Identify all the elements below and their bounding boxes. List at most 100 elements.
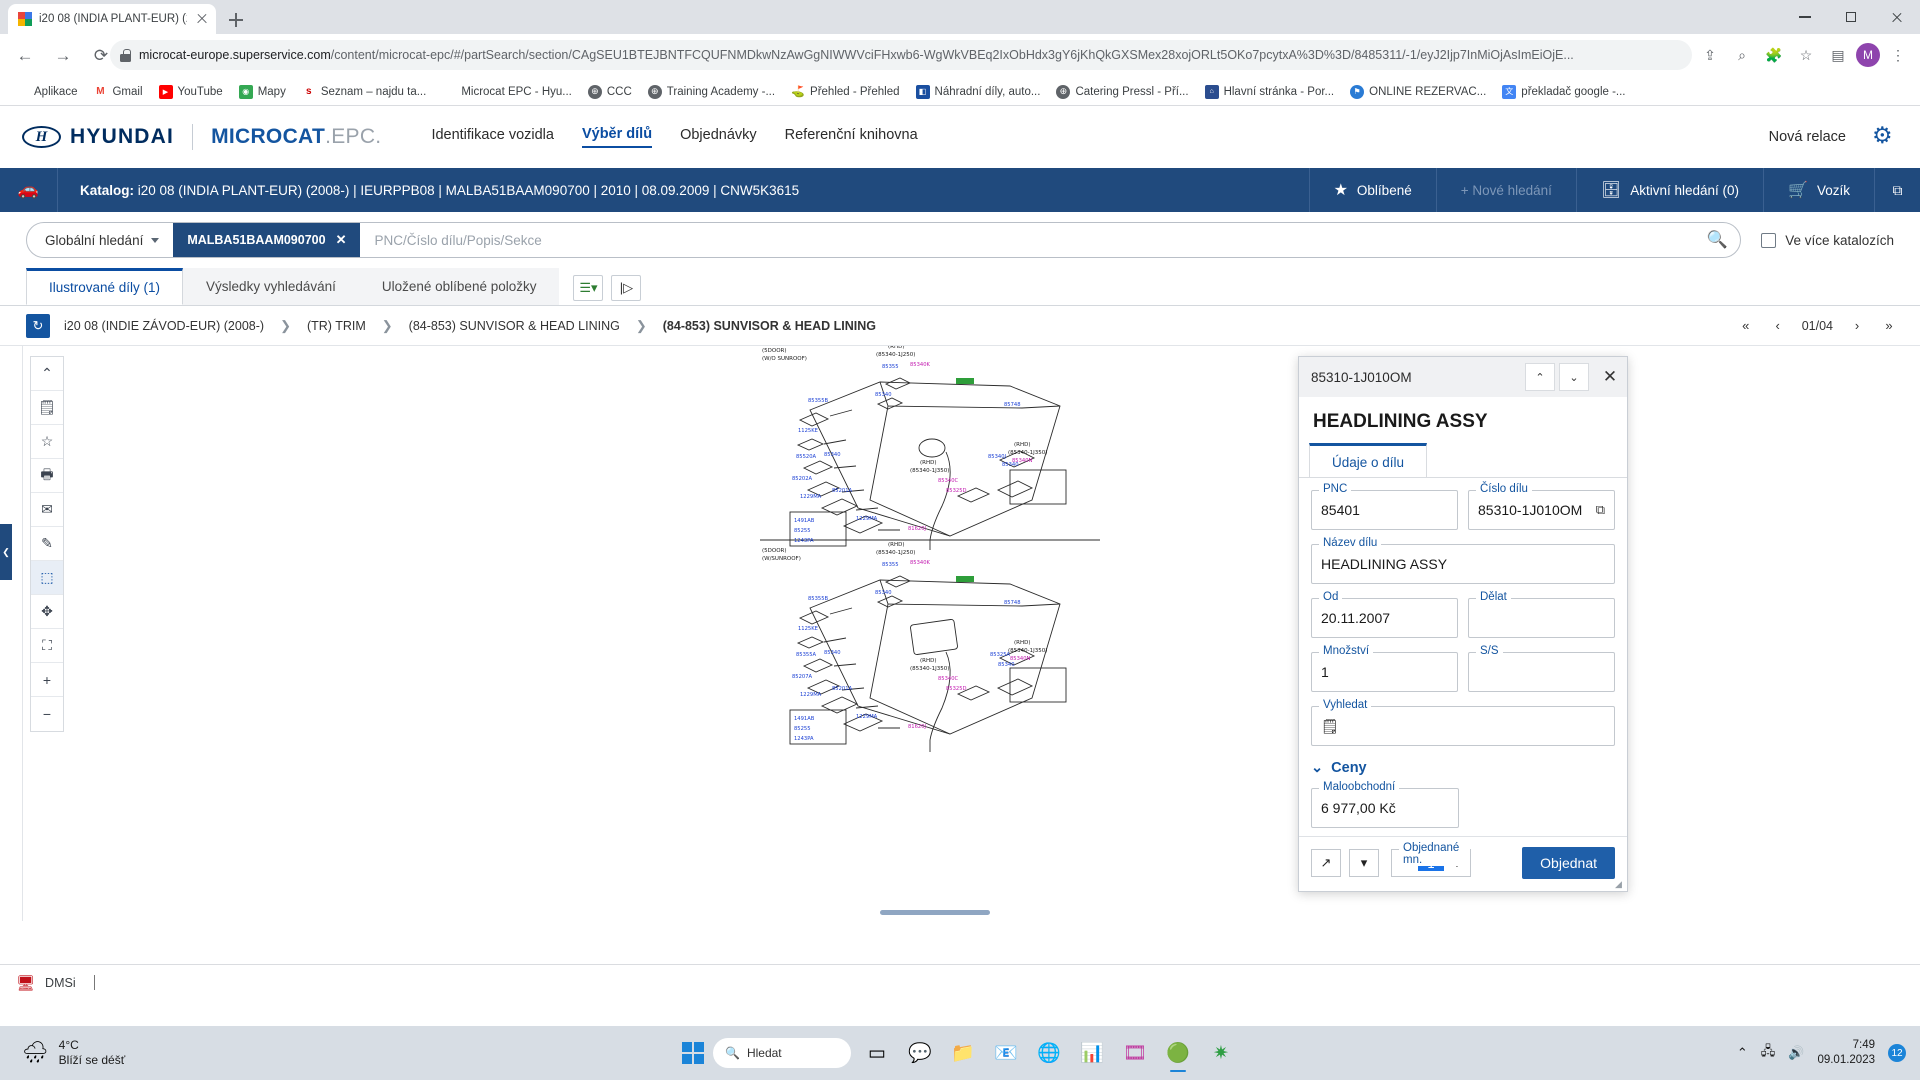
share-icon[interactable]: ↗ <box>1311 849 1341 877</box>
windows-icon[interactable] <box>682 1042 704 1064</box>
volume-icon[interactable]: 🔊 <box>1788 1045 1804 1061</box>
active-searches-button[interactable]: 🗄 Aktivní hledání (0) <box>1575 168 1763 212</box>
back-up-icon[interactable]: ↻ <box>26 313 50 338</box>
next-page-button[interactable]: › <box>1844 313 1870 339</box>
breadcrumb-item-0[interactable]: i20 08 (INDIE ZÁVOD-EUR) (2008-) <box>64 319 264 333</box>
prev-part-button[interactable]: ⌃ <box>1525 363 1555 391</box>
hamburger-icon[interactable]: hamburger-icon <box>1701 313 1727 339</box>
printer-icon[interactable]: 🖶 <box>31 459 63 493</box>
nav-item-vyber-dilu[interactable]: Výběr dílů <box>581 126 653 148</box>
sidepanel-icon[interactable]: ▤ <box>1824 41 1852 69</box>
money-icon[interactable]: ✷ <box>1204 1036 1238 1070</box>
nav-item-identifikace[interactable]: Identifikace vozidla <box>431 127 554 147</box>
external-link-icon[interactable]: ⧉ <box>1874 168 1920 212</box>
search-scope-dropdown[interactable]: Globální hledání <box>27 233 173 248</box>
order-quantity-stepper[interactable]: Objednané mn. – 1 + <box>1391 842 1471 877</box>
explorer-icon[interactable]: 📁 <box>946 1036 980 1070</box>
address-bar[interactable]: microcat-europe.superservice.com/content… <box>110 40 1692 70</box>
minimize-button[interactable] <box>1782 0 1828 34</box>
prev-page-button[interactable]: ‹ <box>1765 313 1791 339</box>
to-date-field[interactable]: Dělat <box>1468 591 1615 638</box>
bookmark-item[interactable]: Aplikace <box>8 82 84 102</box>
chevron-up-icon[interactable]: ⌃ <box>1737 1045 1748 1061</box>
nav-item-referencni-knihovna[interactable]: Referenční knihovna <box>785 127 918 147</box>
multi-catalog-toggle[interactable]: Ve více katalozích <box>1761 232 1894 248</box>
gear-icon[interactable]: ⚙ <box>1872 124 1898 150</box>
cart-button[interactable]: 🛒 Vozík <box>1763 168 1874 212</box>
weather-widget[interactable]: 🌧 4°C Blíží se déšť <box>0 1038 125 1068</box>
media-icon[interactable]: 🎞 <box>1118 1036 1152 1070</box>
close-icon[interactable] <box>194 11 210 27</box>
move-icon[interactable]: ✥ <box>31 595 63 629</box>
chrome-menu-icon[interactable]: ⋮ <box>1884 41 1912 69</box>
resize-grip[interactable]: ◢ <box>1615 879 1625 889</box>
fullscreen-icon[interactable]: ⛶ <box>31 629 63 663</box>
ss-field[interactable]: S/S <box>1468 645 1615 692</box>
extensions-icon[interactable]: 🧩 <box>1760 41 1788 69</box>
outlook-icon[interactable]: 📧 <box>989 1036 1023 1070</box>
new-search-button[interactable]: + Nové hledání <box>1435 168 1576 212</box>
taskbar-clock[interactable]: 7:49 09.01.2023 <box>1817 1038 1875 1068</box>
bookmark-item[interactable]: ◉ Mapy <box>232 82 293 102</box>
diagram-canvas[interactable]: ❮ ⌃ 🗒 ☆ 🖶 ✉ ✎ ⬚ ✥ ⛶ + − (5DOOR) (W/O SUN… <box>0 346 1920 921</box>
next-part-button[interactable]: ⌄ <box>1559 363 1589 391</box>
chrome-icon[interactable]: 🟢 <box>1161 1036 1195 1072</box>
network-icon[interactable]: 🖧 <box>1761 1042 1776 1064</box>
excel-icon[interactable]: 📊 <box>1075 1036 1109 1070</box>
zoom-icon[interactable]: ⌕ <box>1728 41 1756 69</box>
bookmark-item[interactable]: ⛳ Přehled - Přehled <box>784 82 907 102</box>
bookmark-item[interactable]: ⊕ Catering Pressl - Pří... <box>1049 82 1195 102</box>
new-tab-button[interactable] <box>224 8 248 32</box>
tab-ulozene-oblibene[interactable]: Uložené oblíbené položky <box>358 268 560 305</box>
close-icon[interactable]: ✕ <box>336 232 347 248</box>
bookmark-item[interactable]: s Seznam – najdu ta... <box>295 82 433 102</box>
horizontal-scrollbar[interactable] <box>880 910 990 915</box>
star-outline-icon[interactable]: ☆ <box>31 425 63 459</box>
bookmark-item[interactable]: ⚑ ONLINE REZERVAC... <box>1343 82 1493 102</box>
share-icon[interactable]: ⇪ <box>1696 41 1724 69</box>
last-page-button[interactable]: » <box>1876 313 1902 339</box>
checkbox[interactable] <box>1761 232 1777 248</box>
lookup-field[interactable]: Vyhledat 🗒 <box>1311 699 1615 746</box>
plus-icon[interactable]: + <box>31 663 63 697</box>
notification-badge[interactable]: 12 <box>1888 1044 1906 1062</box>
minus-icon[interactable]: − <box>31 697 63 731</box>
bookmark-item[interactable]: M Gmail <box>86 82 149 102</box>
part-name-field[interactable]: Název dílu HEADLINING ASSY <box>1311 537 1615 584</box>
note-add-icon[interactable]: 🗒 <box>31 391 63 425</box>
new-session-button[interactable]: Nová relace <box>1769 129 1846 145</box>
back-icon[interactable]: ← <box>9 40 41 72</box>
bookmark-item[interactable]: Microcat EPC - Hyu... <box>435 82 579 102</box>
order-button[interactable]: Objednat <box>1522 847 1615 879</box>
copy-icon[interactable]: ⧉ <box>1596 502 1605 518</box>
first-page-button[interactable]: « <box>1733 313 1759 339</box>
bookmark-item[interactable]: ⊕ CCC <box>581 82 639 102</box>
task-view-icon[interactable]: ▭ <box>860 1036 894 1070</box>
panel-expand-handle[interactable]: ❮ <box>0 524 12 580</box>
mail-icon[interactable]: ✉ <box>31 493 63 527</box>
breadcrumb-item-1[interactable]: (TR) TRIM <box>307 319 366 333</box>
maximize-button[interactable] <box>1828 0 1874 34</box>
tab-ilustrovane-dily[interactable]: Ilustrované díly (1) <box>26 268 184 305</box>
search-chip[interactable]: MALBA51BAAM090700 ✕ <box>173 223 361 257</box>
prices-section-header[interactable]: ⌄ Ceny <box>1311 760 1615 776</box>
bookmark-item[interactable]: ◧ Náhradní díly, auto... <box>909 82 1048 102</box>
hyundai-logo[interactable]: H HYUNDAI <box>22 125 174 149</box>
search-input[interactable]: PNC/Číslo dílu/Popis/Sekce <box>360 233 1694 248</box>
bookmark-item[interactable]: 文 překladač google -... <box>1495 82 1632 102</box>
from-date-field[interactable]: Od 20.11.2007 <box>1311 591 1458 638</box>
star-icon[interactable]: ☆ <box>1792 41 1820 69</box>
edge-icon[interactable]: 🌐 <box>1032 1036 1066 1070</box>
favourites-button[interactable]: ★ Oblíbené <box>1308 168 1436 212</box>
edit-icon[interactable]: ✎ <box>31 527 63 561</box>
chevron-down-icon[interactable]: ▾ <box>1349 849 1379 877</box>
list-view-icon[interactable]: ☰▾ <box>573 275 604 301</box>
tab-udaje-o-dilu[interactable]: Údaje o dílu <box>1309 443 1428 477</box>
browser-tab[interactable]: i20 08 (INDIA PLANT-EUR) (2008- <box>8 4 216 34</box>
bookmark-item[interactable]: ⊕ Training Academy -... <box>641 82 782 102</box>
part-number-field[interactable]: Číslo dílu 85310-1J010OM ⧉ <box>1468 483 1615 530</box>
flow-arrow-icon[interactable]: |▷ <box>611 275 642 301</box>
avatar[interactable]: M <box>1856 43 1880 67</box>
chevron-up-icon[interactable]: ⌃ <box>31 357 63 391</box>
close-window-button[interactable] <box>1874 0 1920 34</box>
